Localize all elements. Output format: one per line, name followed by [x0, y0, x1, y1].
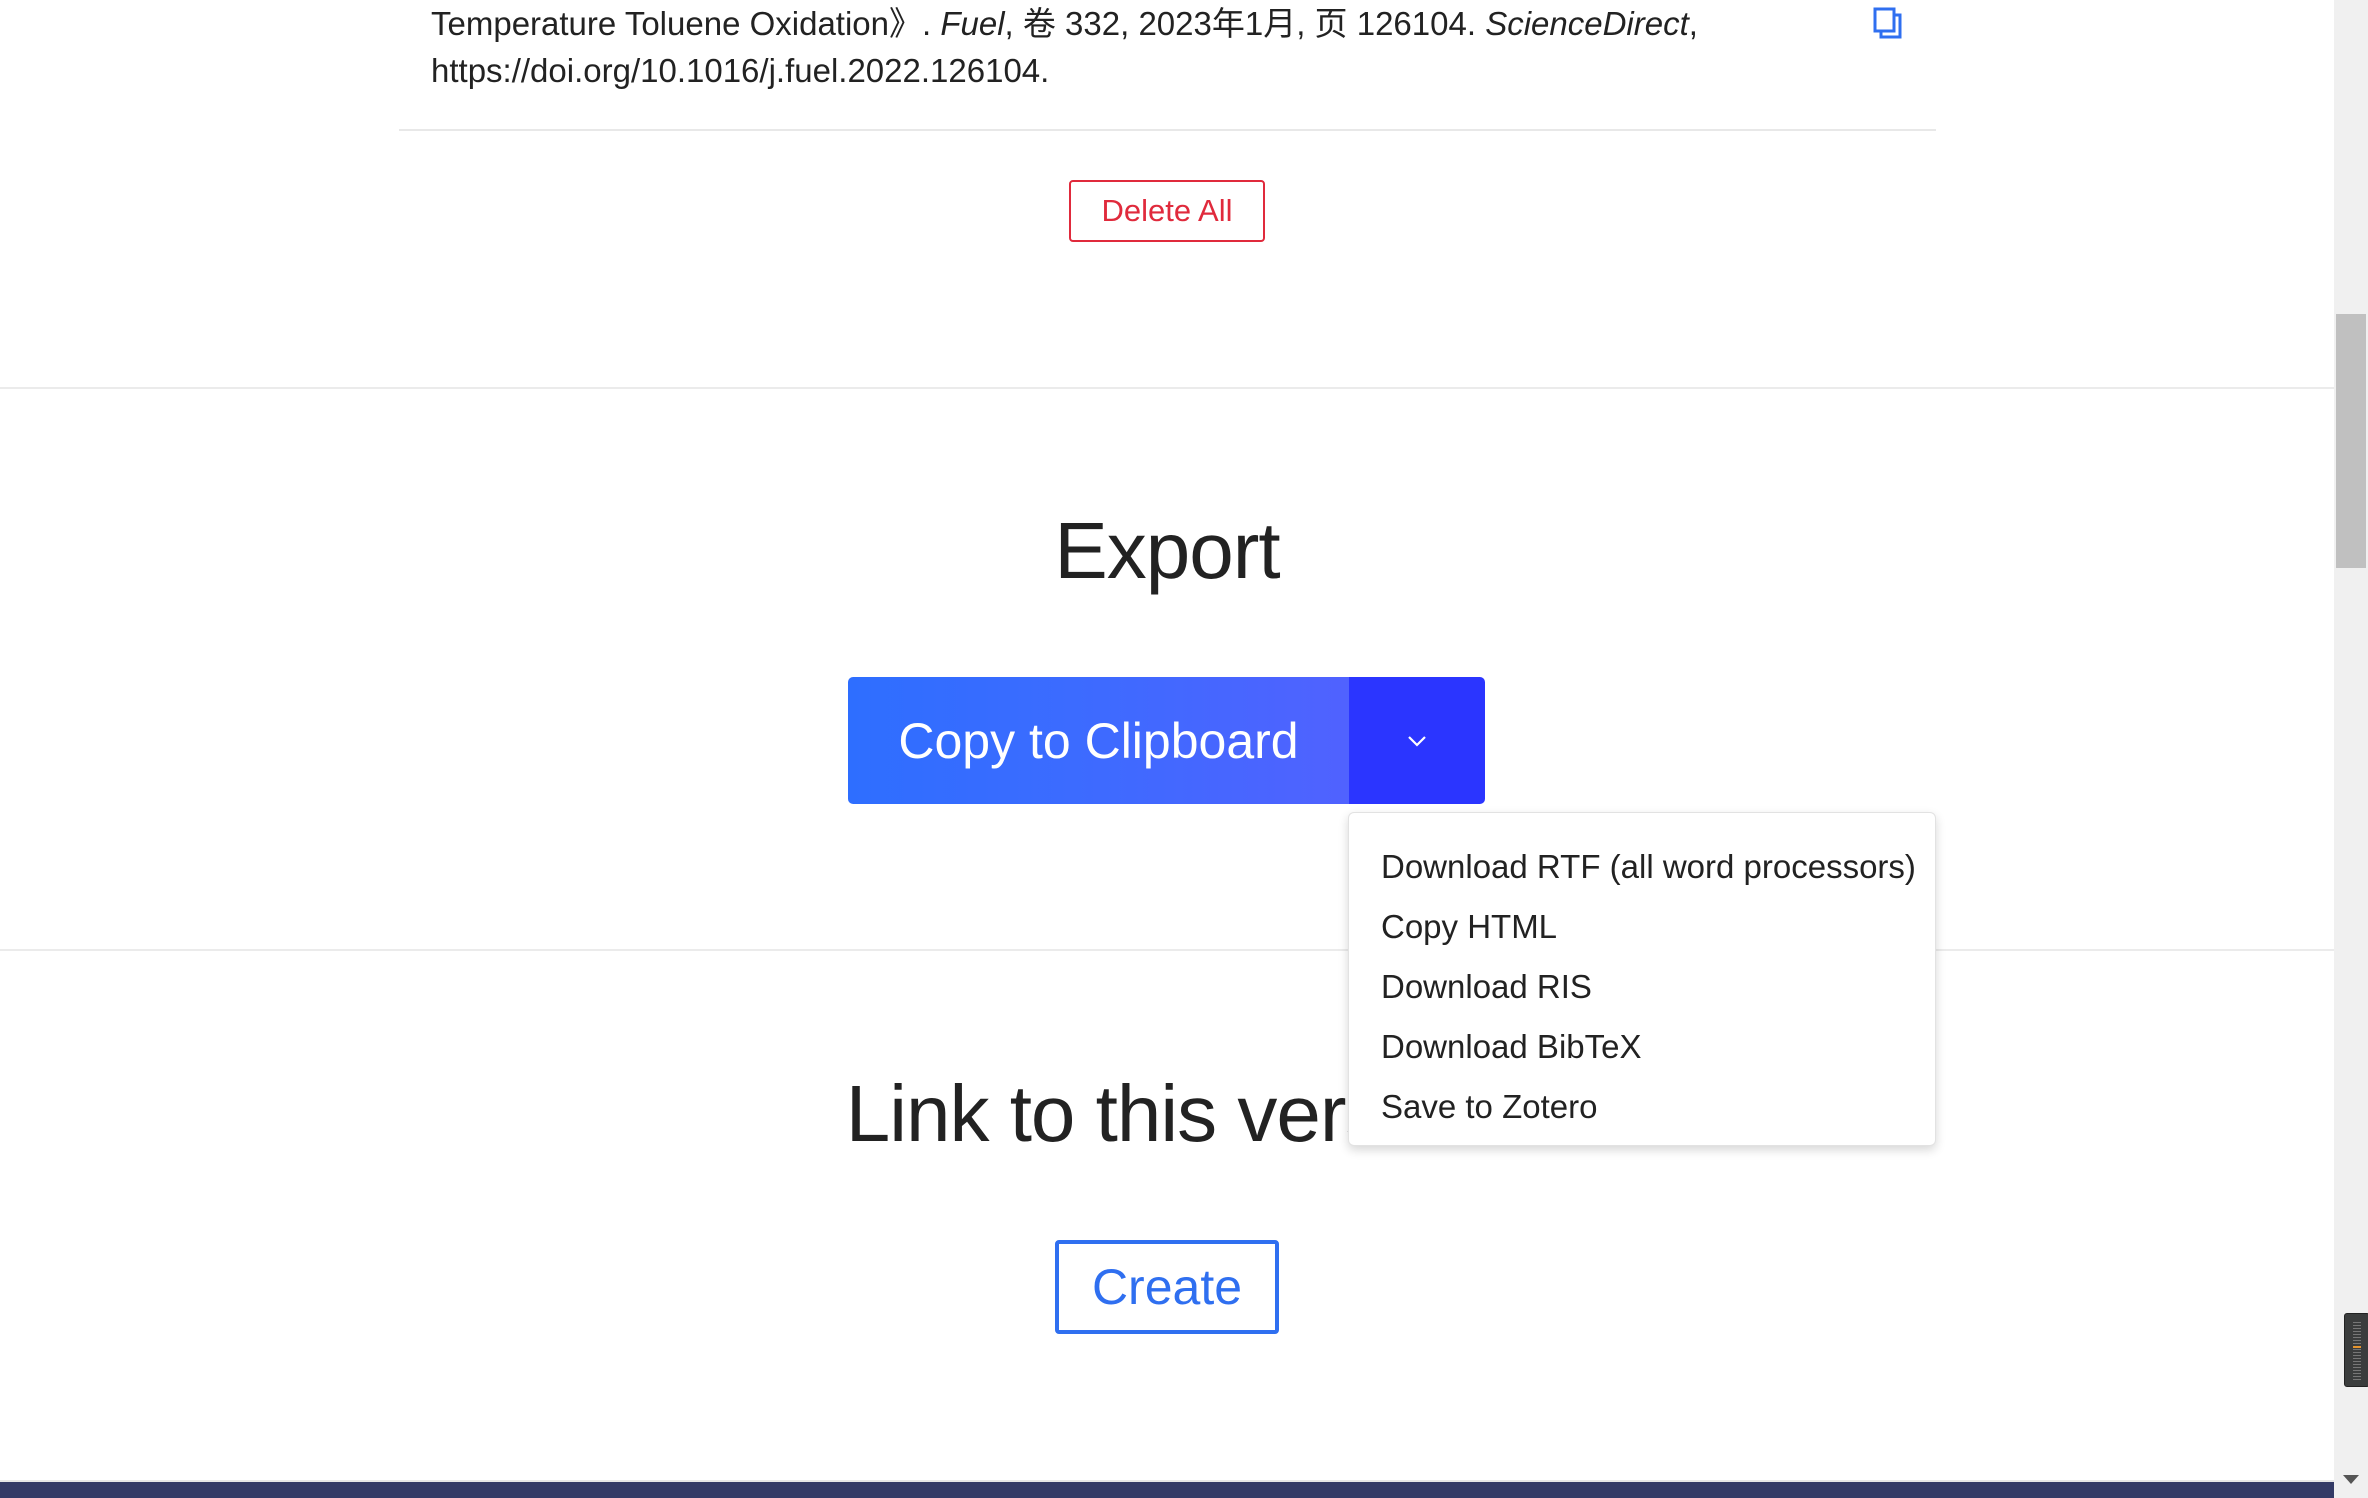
chevron-down-icon [1408, 735, 1426, 747]
scroll-minimap-widget[interactable] [2344, 1313, 2368, 1387]
export-split-button: Copy to Clipboard [848, 677, 1485, 804]
citation-title-tail: Temperature Toluene Oxidation》. [431, 5, 941, 42]
copy-icon[interactable] [1872, 6, 1904, 40]
link-version-heading: Link to this version [845, 1069, 1490, 1158]
menu-item-save-to-zotero[interactable]: Save to Zotero [1349, 1077, 1935, 1137]
export-heading: Export [1054, 506, 1280, 595]
copy-to-clipboard-button[interactable]: Copy to Clipboard [848, 677, 1349, 804]
menu-item-copy-html[interactable]: Copy HTML [1349, 897, 1935, 957]
export-options-toggle[interactable] [1349, 677, 1485, 804]
scroll-down-arrow-icon[interactable] [2343, 1475, 2359, 1484]
page: Temperature Toluene Oxidation》. Fuel, 卷 … [0, 0, 2334, 1498]
citation-volume-date-pages: , 卷 332, 2023年1月, 页 126104. [1004, 5, 1486, 42]
scrollbar-thumb[interactable] [2336, 314, 2366, 568]
copy-icon-glyph [1873, 7, 1902, 39]
citation-divider [399, 129, 1936, 131]
citation-journal: Fuel [940, 5, 1005, 42]
minimap-ticks [2353, 1322, 2361, 1380]
create-link-button[interactable]: Create [1055, 1240, 1279, 1334]
section-divider [0, 387, 2334, 389]
vertical-scrollbar[interactable] [2334, 0, 2368, 1498]
section-divider [0, 949, 2334, 951]
delete-all-button[interactable]: Delete All [1069, 180, 1265, 242]
citation-doi: https://doi.org/10.1016/j.fuel.2022.1261… [431, 52, 1050, 89]
footer-bar [0, 1480, 2334, 1498]
export-dropdown-menu: Download RTF (all word processors) Copy … [1348, 812, 1936, 1146]
citation-line-1: Temperature Toluene Oxidation》. Fuel, 卷 … [431, 0, 1698, 47]
citation-comma: , [1688, 5, 1698, 42]
menu-item-download-ris[interactable]: Download RIS [1349, 957, 1935, 1017]
menu-item-download-rtf[interactable]: Download RTF (all word processors) [1349, 837, 1935, 897]
menu-item-download-bibtex[interactable]: Download BibTeX [1349, 1017, 1935, 1077]
minimap-position-marker [2353, 1346, 2361, 1348]
citation-database: ScienceDirect [1485, 5, 1689, 42]
